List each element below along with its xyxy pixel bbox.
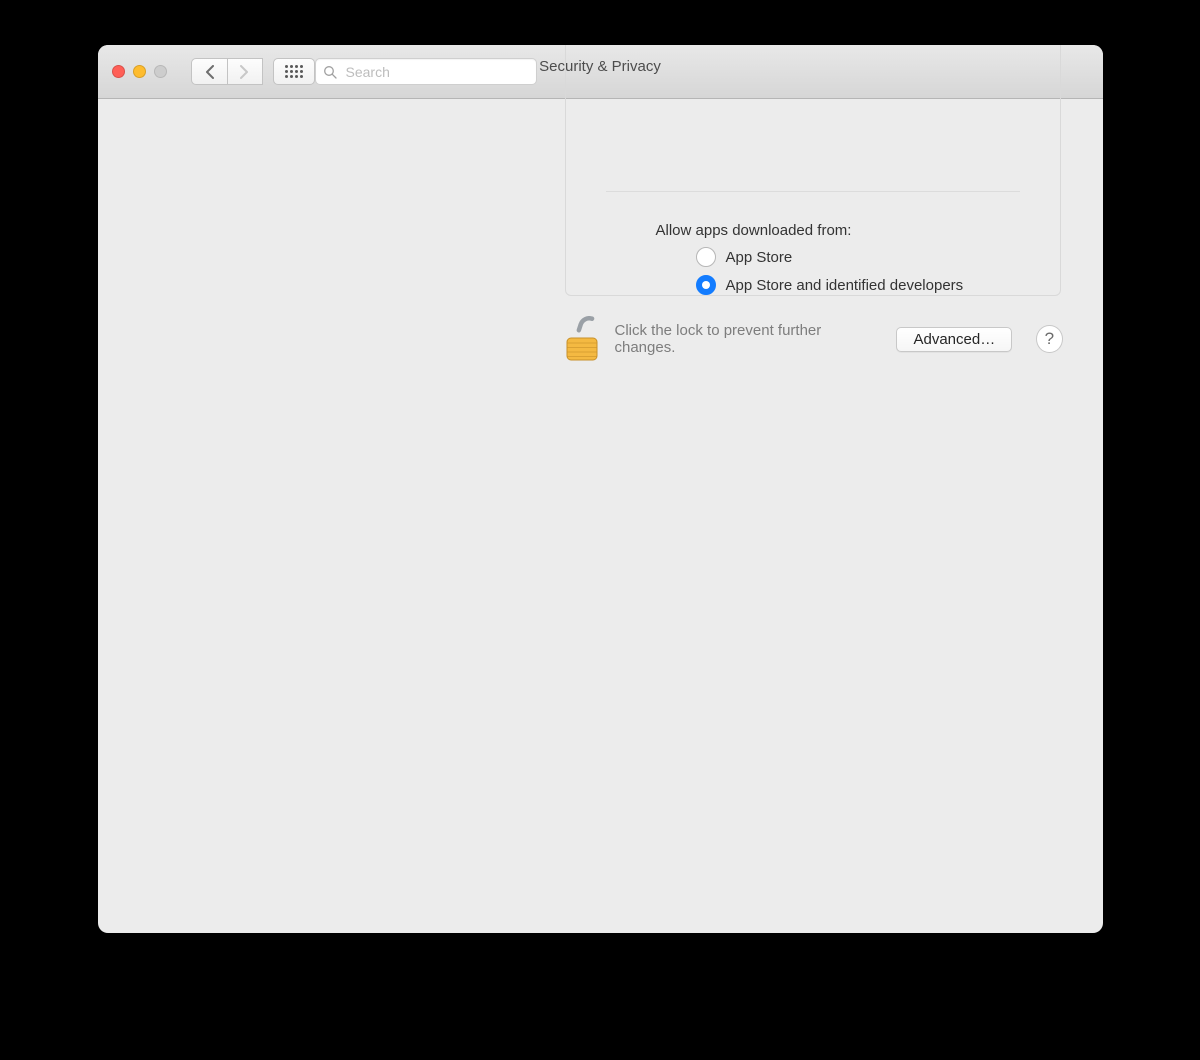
preferences-window: Security & Privacy General FileVault Fir… xyxy=(98,45,1103,933)
traffic-lights xyxy=(112,65,167,78)
lock-hint-text: Click the lock to prevent further change… xyxy=(615,322,869,356)
body: General FileVault Firewall Privacy A log… xyxy=(537,45,1089,382)
app-store-radio[interactable] xyxy=(696,247,716,267)
minimize-window-button[interactable] xyxy=(133,65,146,78)
show-all-button[interactable] xyxy=(273,58,315,85)
close-window-button[interactable] xyxy=(112,65,125,78)
titlebar: Security & Privacy General FileVault Fir… xyxy=(98,45,1103,99)
unlocked-lock-icon xyxy=(563,316,601,362)
identified-developers-radio[interactable] xyxy=(696,275,716,295)
chevron-left-icon xyxy=(205,65,214,79)
back-button[interactable] xyxy=(191,58,227,85)
help-button[interactable]: ? xyxy=(1036,325,1062,353)
apps-section: Allow apps downloaded from: App Store Ap… xyxy=(566,192,1060,295)
forward-button[interactable] xyxy=(227,58,263,85)
lock-button[interactable] xyxy=(563,315,601,363)
identified-developers-option[interactable]: App Store and identified developers xyxy=(656,275,1060,295)
search-input[interactable] xyxy=(315,58,537,85)
app-store-label: App Store xyxy=(726,249,793,266)
advanced-button[interactable]: Advanced… xyxy=(896,327,1012,352)
zoom-window-button xyxy=(154,65,167,78)
chevron-right-icon xyxy=(240,65,249,79)
search-wrap xyxy=(315,58,537,85)
content-panel: A login password has been set for this u… xyxy=(565,45,1061,296)
app-store-option[interactable]: App Store xyxy=(656,247,1060,267)
search-icon xyxy=(323,65,337,79)
grid-icon xyxy=(285,65,303,78)
footer: Click the lock to prevent further change… xyxy=(537,296,1089,382)
nav-buttons: Security & Privacy xyxy=(191,58,537,85)
allow-apps-heading: Allow apps downloaded from: xyxy=(656,222,1060,239)
identified-developers-label: App Store and identified developers xyxy=(726,277,964,294)
